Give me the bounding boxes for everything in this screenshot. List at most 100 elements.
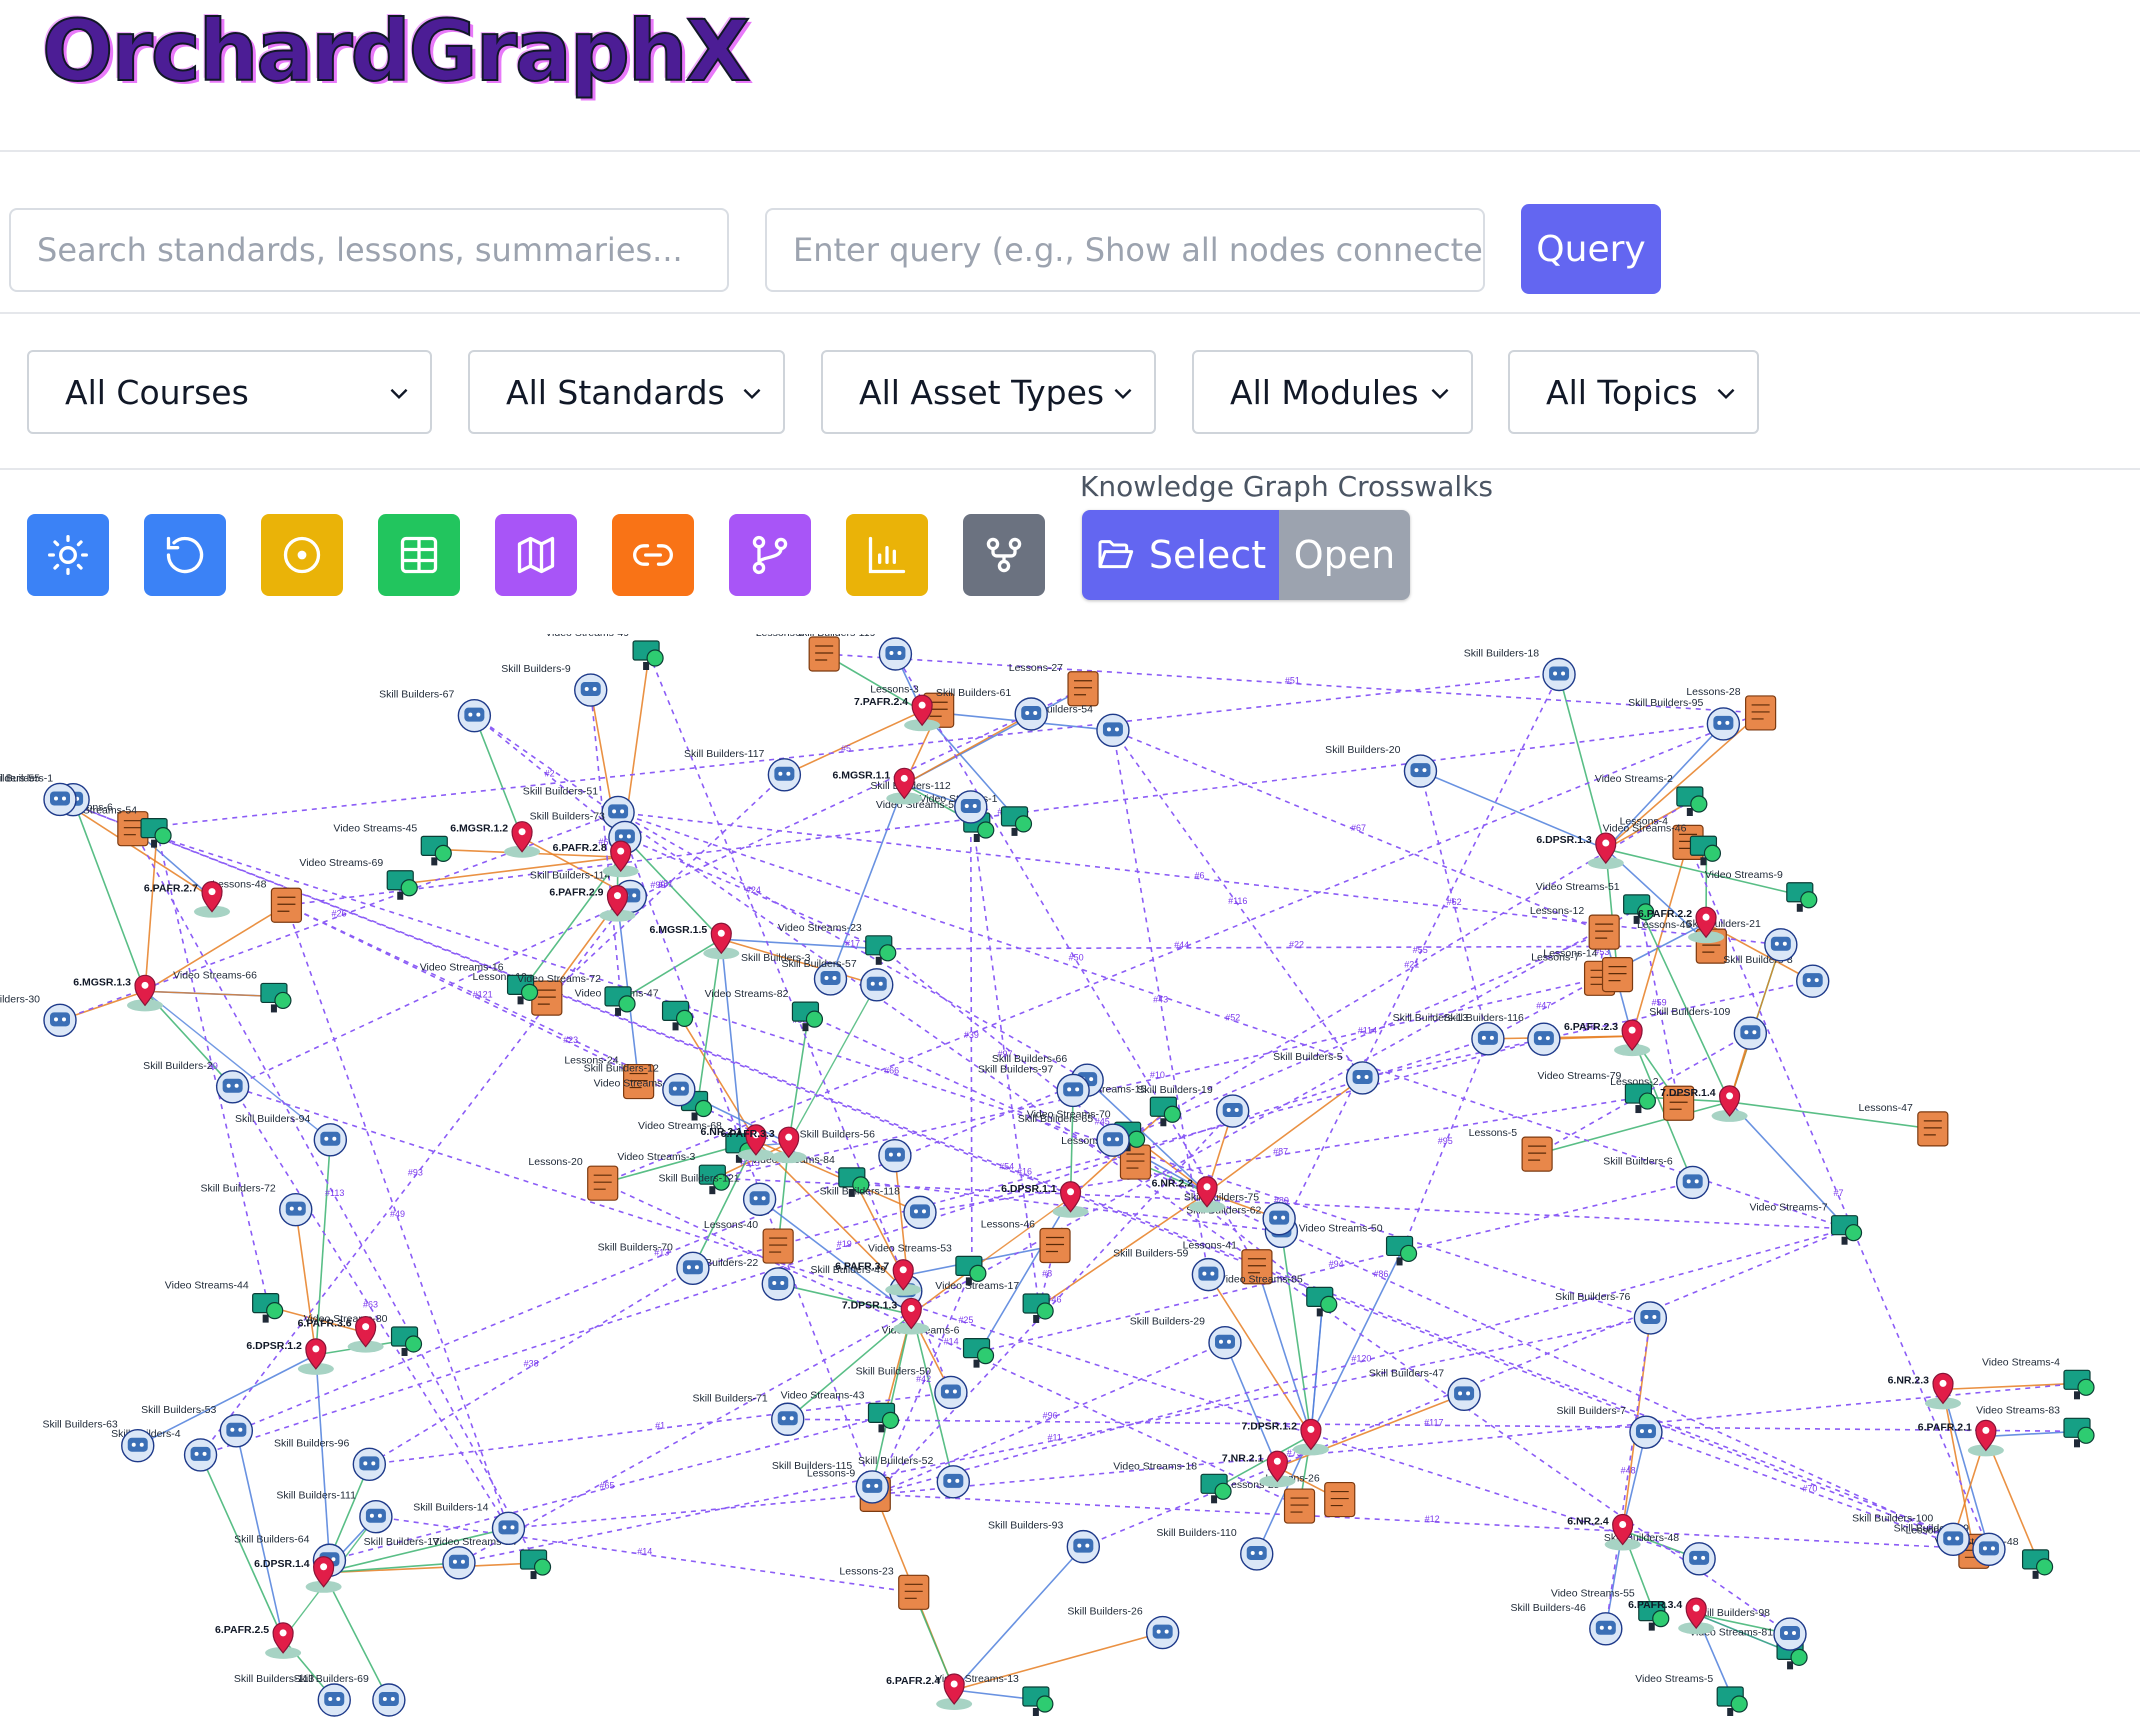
skill-node[interactable]: Skill Builders-111 xyxy=(276,1490,393,1534)
robot-eye xyxy=(363,1461,368,1466)
skill-node[interactable]: Skill Builders-59 xyxy=(1113,1248,1226,1292)
play-icon xyxy=(1163,1105,1181,1123)
robot-eye xyxy=(369,1513,374,1518)
skill-node[interactable]: Skill Builders-63 xyxy=(42,1419,155,1463)
skill-node[interactable]: Skill Builders-72 xyxy=(200,1183,313,1227)
open-crosswalk-button[interactable]: Open xyxy=(1279,510,1410,600)
lesson-node[interactable]: Lessons-20 xyxy=(528,1156,619,1201)
skill-node[interactable]: Skill Builders-9 xyxy=(501,663,608,707)
robot-eye xyxy=(672,1086,677,1091)
standard-node[interactable]: 6.PAFR.2.9 xyxy=(549,885,636,922)
video-node[interactable]: Video Streams-17 xyxy=(935,1280,1054,1323)
skill-node[interactable]: Skill Builders-26 xyxy=(1067,1606,1180,1650)
node-label: Skill Builders-71 xyxy=(692,1392,767,1404)
standard-label: 6.PAFR.2.3 xyxy=(1564,1021,1618,1033)
lesson-node[interactable]: Lessons-48 xyxy=(212,878,303,923)
edge-label: #50 xyxy=(1069,952,1084,962)
module-filter[interactable]: All Modules xyxy=(1192,350,1473,434)
skill-node[interactable]: Skill Builders-6 xyxy=(1603,1155,1710,1200)
cluster-button[interactable] xyxy=(963,514,1045,596)
course-filter[interactable]: All Courses xyxy=(27,350,432,434)
skill-node[interactable]: Skill Builders-93 xyxy=(988,1520,1101,1564)
standard-node[interactable]: 6.DPSR.1.2 xyxy=(246,1338,334,1375)
standard-node[interactable]: 6.PAFR.3.7 xyxy=(835,1259,922,1296)
node-label: Skill Builders-18 xyxy=(1464,647,1539,659)
skill-node[interactable]: Skill Builders-29 xyxy=(1130,1316,1242,1360)
play-icon xyxy=(1399,1244,1418,1263)
standard-node[interactable]: 6.MGSR.1.3 xyxy=(73,974,164,1012)
query-input[interactable]: Enter query (e.g., Show all nodes connec… xyxy=(765,208,1485,292)
standard-node[interactable]: 6.PAFR.2.4 xyxy=(886,1673,973,1710)
video-node[interactable]: Video Streams-7 xyxy=(1750,1202,1863,1245)
standard-node[interactable]: 6.NR.2.3 xyxy=(1888,1372,1962,1410)
video-node[interactable]: Video Streams-44 xyxy=(165,1280,284,1323)
standard-label: 6.PAFR.3.7 xyxy=(835,1261,889,1273)
play-icon xyxy=(2035,1558,2054,1576)
lesson-node[interactable]: Lessons-5 xyxy=(1469,1127,1553,1172)
edge-label: #23 xyxy=(563,1035,578,1045)
skill-node[interactable]: Skill Builders-70 xyxy=(598,1241,710,1285)
skill-node[interactable]: Skill Builders-96 xyxy=(274,1437,387,1482)
skill-node[interactable]: Skill Builders-50 xyxy=(856,1365,968,1410)
skill-node[interactable]: Skill Builders-67 xyxy=(379,689,492,733)
video-node[interactable]: Video Streams-9 xyxy=(1705,869,1818,912)
skill-node[interactable]: Skill Builders-20 xyxy=(1325,744,1438,788)
lesson-node[interactable]: Lessons-47 xyxy=(1859,1102,1949,1147)
skill-node[interactable]: Skill Builders-94 xyxy=(235,1113,348,1157)
path-button[interactable] xyxy=(729,514,811,596)
skill-node[interactable]: Skill Builders-46 xyxy=(1511,1602,1623,1646)
search-input[interactable]: Search standards, lessons, summaries... xyxy=(9,208,729,292)
robot-eye xyxy=(139,1442,144,1447)
query-button[interactable]: Query xyxy=(1521,204,1661,294)
skill-node[interactable]: Skill Builders-55 xyxy=(0,772,77,817)
standard-node[interactable]: 6.PAFR.2.7 xyxy=(144,881,231,918)
skill-node[interactable]: Skill Builders-121 xyxy=(659,1172,777,1217)
standard-filter[interactable]: All Standards xyxy=(468,350,785,434)
table-view-button[interactable] xyxy=(378,514,460,596)
skill-node[interactable]: Skill Builders-18 xyxy=(1464,647,1576,692)
theme-toggle-button[interactable] xyxy=(27,514,109,596)
skill-node[interactable]: Skill Builders-5 xyxy=(1273,1051,1380,1095)
robot-eye xyxy=(1202,1271,1207,1276)
standard-node[interactable]: 6.DPSR.1.3 xyxy=(1536,832,1624,870)
robot-eye xyxy=(626,834,631,839)
reset-button[interactable] xyxy=(144,514,226,596)
video-node[interactable]: Video Streams-66 xyxy=(173,969,292,1013)
lesson-node[interactable]: Lessons-27 xyxy=(1009,662,1099,707)
standard-node[interactable]: 6.PAFR.2.5 xyxy=(215,1622,302,1659)
standard-node[interactable]: 7.PAFR.2.4 xyxy=(854,694,941,732)
robot-eye xyxy=(289,1206,294,1211)
robot-eye xyxy=(1599,1625,1604,1630)
play-icon xyxy=(2077,1378,2095,1396)
link-button[interactable] xyxy=(612,514,694,596)
video-node[interactable]: Video Streams-50 xyxy=(1299,1222,1418,1266)
skill-node[interactable]: Skill Builders-30 xyxy=(0,993,77,1038)
video-node[interactable]: Video Streams-82 xyxy=(705,988,824,1032)
video-node[interactable]: Video Streams-69 xyxy=(299,857,418,900)
standard-node[interactable]: 6.DPSR.1.4 xyxy=(254,1556,342,1593)
stats-button[interactable] xyxy=(846,514,928,596)
asset-type-filter[interactable]: All Asset Types xyxy=(821,350,1156,434)
skill-node[interactable]: Skill Builders-2 xyxy=(143,1060,250,1104)
video-node[interactable]: Video Streams-4 xyxy=(1982,1356,2095,1400)
skill-node[interactable]: Skill Builders-47 xyxy=(1369,1367,1481,1412)
standard-label: 6.MGSR.1.2 xyxy=(450,823,508,835)
pin-dot xyxy=(1982,1426,1990,1434)
lesson-node[interactable]: Lessons-8 xyxy=(756,634,840,672)
select-crosswalk-button[interactable]: Select xyxy=(1082,510,1279,600)
lesson-node[interactable]: Lessons-23 xyxy=(839,1565,930,1610)
standard-node[interactable]: 6.MGSR.1.5 xyxy=(650,922,740,960)
focus-button[interactable] xyxy=(261,514,343,596)
map-view-button[interactable] xyxy=(495,514,577,596)
edge-label: #5 xyxy=(841,744,851,754)
monitor-stand xyxy=(151,839,158,848)
knowledge-graph-canvas[interactable]: #12#14#13#6#7#8#9#120#121#18#19#14#17#16… xyxy=(0,634,2140,1720)
topic-filter[interactable]: All Topics xyxy=(1508,350,1759,434)
lesson-node[interactable]: Lessons-46 xyxy=(981,1219,1071,1264)
skill-node[interactable]: Skill Builders-110 xyxy=(1156,1527,1274,1571)
skill-node[interactable]: Skill Builders-117 xyxy=(684,748,802,792)
video-node[interactable]: Video Streams-5 xyxy=(1635,1673,1748,1716)
skill-node[interactable]: Skill Builders-95 xyxy=(1628,697,1741,741)
video-node[interactable]: Video Streams-85 xyxy=(1219,1273,1338,1317)
lesson-node[interactable]: Lessons-12 xyxy=(1530,905,1620,950)
